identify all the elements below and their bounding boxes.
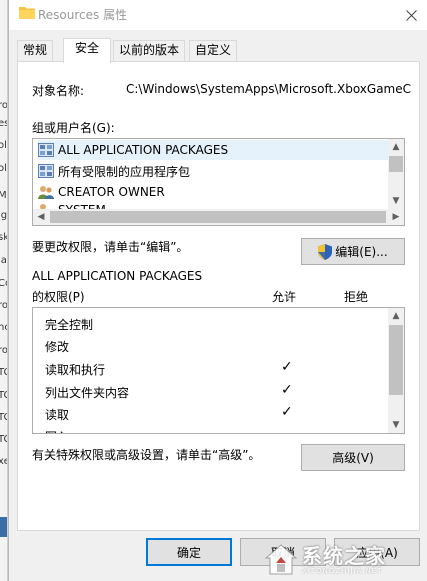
properties-window: Resources 属性 常规 安全 以前的版本 自定义 对象名称: C:\Wi… xyxy=(8,0,427,581)
groups-label: 组或用户名(G): xyxy=(32,121,115,135)
group-item-all-application-packages[interactable]: ALL APPLICATION PACKAGES xyxy=(38,140,388,160)
uac-shield-icon xyxy=(318,243,333,260)
tab-previous-versions[interactable]: 以前的版本 xyxy=(113,40,186,61)
tab-security[interactable]: 安全 xyxy=(63,38,111,63)
scroll-up-arrow-icon[interactable]: ▲ xyxy=(388,139,404,155)
group-item-label: 所有受限制的应用程序包 xyxy=(58,164,191,179)
permission-name: 读取 xyxy=(45,408,70,422)
permission-name: 列出文件夹内容 xyxy=(45,386,130,400)
title-bar: Resources 属性 xyxy=(9,0,427,30)
edit-button-label: 编辑(E)... xyxy=(335,245,388,259)
apply-button[interactable]: 应用(A) xyxy=(334,538,420,566)
permission-name: 完全控制 xyxy=(45,318,94,332)
permission-row-write: 写入 xyxy=(33,424,388,433)
groups-listbox[interactable]: ALL APPLICATION PACKAGES 所有受限制的应用程序包 CRE… xyxy=(32,138,405,226)
package-group-icon xyxy=(38,143,54,157)
watermark-url: XITONGZHIJIA.NET xyxy=(302,567,383,575)
permission-name: 写入 xyxy=(45,428,69,433)
users-icon xyxy=(38,186,54,199)
permission-row-modify: 修改 xyxy=(33,334,388,356)
permission-row-list-folder: 列出文件夹内容 ✓ xyxy=(33,380,388,402)
permissions-for-label: ALL APPLICATION PACKAGES xyxy=(32,269,203,283)
taskbar-app-icon xyxy=(0,517,7,537)
group-item-creator-owner[interactable]: CREATOR OWNER xyxy=(38,182,165,202)
object-name-value: C:\Windows\SystemApps\Microsoft.XboxGame… xyxy=(126,82,411,96)
package-group-icon xyxy=(38,164,54,178)
permission-row-full-control: 完全控制 xyxy=(33,312,388,334)
permission-name: 读取和执行 xyxy=(45,363,106,377)
cancel-button[interactable]: 取消 xyxy=(240,538,326,566)
edit-button[interactable]: 编辑(E)... xyxy=(301,238,405,265)
window-title: Resources 属性 xyxy=(38,8,128,22)
permissions-vertical-scrollbar[interactable]: ▲ ▼ xyxy=(388,308,404,433)
scroll-down-arrow-icon[interactable]: ▼ xyxy=(388,417,404,433)
permission-row-read-execute: 读取和执行 ✓ xyxy=(33,357,388,379)
group-item-label: ALL APPLICATION PACKAGES xyxy=(58,143,229,157)
scroll-up-arrow-icon[interactable]: ▲ xyxy=(388,308,404,324)
permissions-of-label: 的权限(P) xyxy=(32,290,85,304)
advanced-hint: 有关特殊权限或高级设置，请单击“高级”。 xyxy=(32,448,261,462)
close-icon xyxy=(405,9,417,21)
change-permissions-hint: 要更改权限，请单击“编辑”。 xyxy=(32,240,189,254)
group-item-label: CREATOR OWNER xyxy=(58,185,165,199)
groups-horizontal-scrollbar[interactable]: ◀ ▶ xyxy=(33,209,404,225)
groups-vertical-scrollbar[interactable]: ▲ ▼ xyxy=(388,139,404,209)
group-item-restricted-packages[interactable]: 所有受限制的应用程序包 xyxy=(38,161,190,181)
deny-column-header: 拒绝 xyxy=(344,290,369,304)
scroll-left-arrow-icon[interactable]: ◀ xyxy=(33,209,49,225)
tab-general[interactable]: 常规 xyxy=(17,40,54,61)
scroll-down-arrow-icon[interactable]: ▼ xyxy=(388,193,404,209)
tab-customize[interactable]: 自定义 xyxy=(189,40,238,61)
close-button[interactable] xyxy=(394,0,427,30)
scroll-thumb[interactable] xyxy=(389,156,403,172)
permission-row-read: 读取 ✓ xyxy=(33,402,388,424)
advanced-button[interactable]: 高级(V) xyxy=(301,444,405,471)
allow-checkmark-icon: ✓ xyxy=(281,382,293,398)
folder-icon xyxy=(19,7,35,19)
ok-button[interactable]: 确定 xyxy=(146,538,232,566)
scroll-thumb[interactable] xyxy=(50,211,386,223)
allow-checkmark-icon: ✓ xyxy=(281,404,293,420)
permission-name: 修改 xyxy=(45,340,70,354)
scroll-thumb[interactable] xyxy=(389,325,403,395)
background-window-strip: ro es ol ol Ma ig sk la Co ro nc ro TC T… xyxy=(0,0,8,581)
permissions-list[interactable]: 完全控制 修改 读取和执行 ✓ 列出文件夹内容 ✓ 读取 ✓ 写入 ▲ xyxy=(32,307,405,434)
scroll-right-arrow-icon[interactable]: ▶ xyxy=(388,209,404,225)
security-panel: 对象名称: C:\Windows\SystemApps\Microsoft.Xb… xyxy=(17,61,420,531)
allow-checkmark-icon: ✓ xyxy=(281,359,293,375)
object-name-label: 对象名称: xyxy=(32,84,85,98)
allow-column-header: 允许 xyxy=(272,290,297,304)
